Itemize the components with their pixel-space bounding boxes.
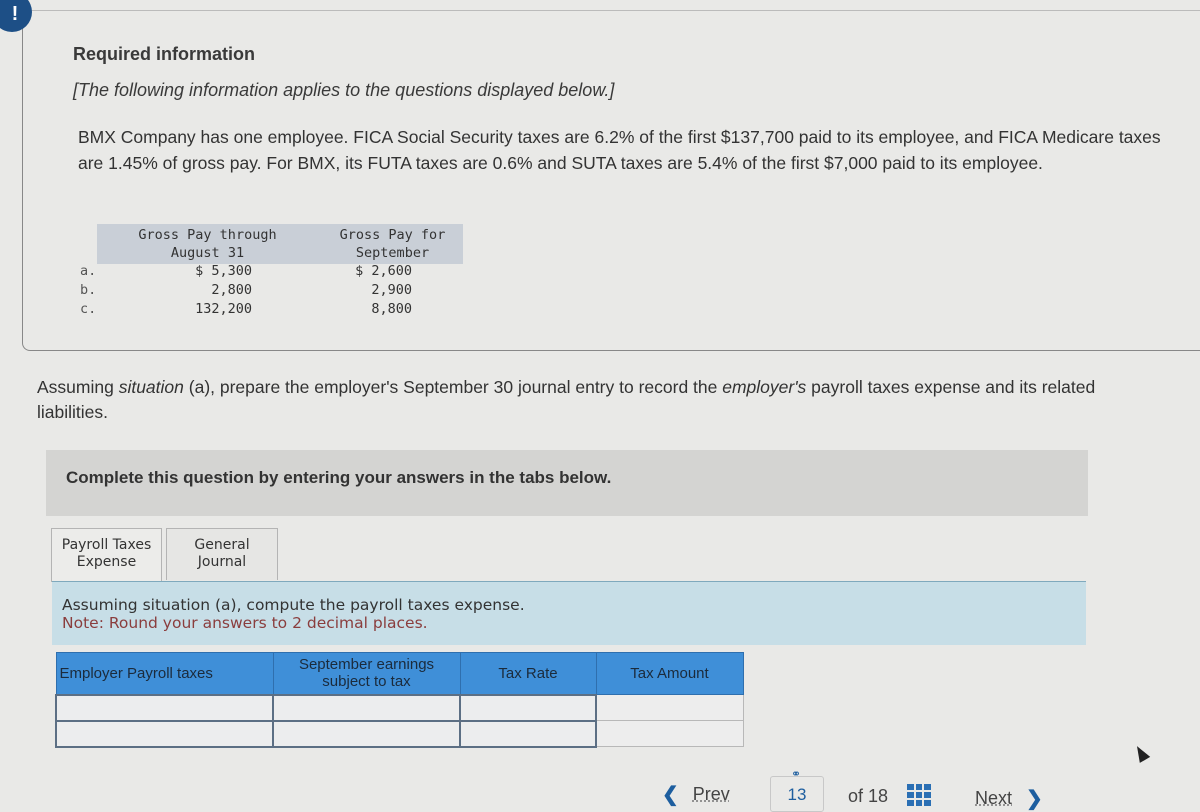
required-info-title: Required information	[73, 44, 256, 64]
gross-pay-row: c. 132,200 8,800	[80, 300, 480, 319]
gross-pay-row: a. $ 5,300 $ 2,600	[80, 262, 480, 281]
employer-tax-cell[interactable]	[55, 719, 274, 748]
chevron-left-icon: ❮	[662, 784, 679, 806]
earnings-input[interactable]	[274, 721, 459, 746]
through-aug-value: 132,200	[195, 301, 252, 317]
question-part: Assuming	[37, 377, 119, 397]
september-value: $ 2,600	[355, 263, 412, 279]
question-italic: situation	[118, 377, 184, 397]
header-employer-payroll-taxes: Employer Payroll taxes	[55, 652, 274, 695]
question-part: (a), prepare the employer's September 30…	[183, 377, 723, 397]
page-number-box[interactable]: ⚭ 13	[770, 767, 824, 812]
mouse-cursor-icon	[1131, 743, 1151, 763]
header-line: Gross Pay through	[138, 227, 277, 243]
tab-label: Expense	[76, 554, 137, 570]
tab-label: General	[194, 537, 250, 553]
current-page: 13	[787, 785, 807, 804]
gross-pay-through-aug-header: Gross Pay through August 31	[120, 226, 295, 262]
employer-tax-input[interactable]	[57, 721, 272, 746]
payroll-tax-table: Employer Payroll taxes September earning…	[55, 652, 744, 748]
september-value: 2,900	[371, 282, 412, 298]
tab-label: Payroll Taxes	[61, 537, 152, 553]
link-icon: ⚭	[791, 767, 802, 781]
gross-pay-row: b. 2,800 2,900	[80, 281, 480, 300]
tab-payroll-taxes-expense[interactable]: Payroll Taxes Expense	[51, 528, 162, 582]
row-label: b.	[80, 282, 97, 298]
through-aug-value: $ 5,300	[195, 263, 252, 279]
september-value: 8,800	[371, 301, 412, 317]
table-row	[55, 719, 744, 748]
next-label: Next	[975, 788, 1013, 808]
header-september-earnings: September earnings subject to tax	[272, 652, 461, 695]
header-tax-rate: Tax Rate	[459, 652, 597, 695]
page-total: of 18	[848, 786, 889, 806]
gross-pay-september-header: Gross Pay for September	[310, 226, 475, 262]
pagination: ❮ Prev ⚭ 13 of 18 Next ❯	[0, 767, 1200, 812]
earnings-input[interactable]	[274, 695, 459, 720]
complete-banner-text: Complete this question by entering your …	[66, 468, 612, 487]
table-row	[55, 693, 744, 722]
tax-rate-input[interactable]	[461, 695, 595, 720]
prev-button[interactable]: ❮ Prev	[662, 782, 730, 807]
complete-banner: Complete this question by entering your …	[46, 450, 1088, 516]
table-header-row: Employer Payroll taxes September earning…	[55, 652, 744, 695]
earnings-cell[interactable]	[272, 719, 461, 748]
row-label: a.	[80, 263, 97, 279]
header-line: August 31	[170, 245, 245, 261]
grid-icon[interactable]	[907, 784, 931, 806]
tab-general-journal[interactable]: General Journal	[166, 528, 278, 580]
employer-tax-cell[interactable]	[55, 693, 274, 722]
rate-cell[interactable]	[459, 693, 597, 722]
tax-amount-cell	[595, 720, 744, 747]
tax-amount-cell	[595, 694, 744, 721]
required-info-body: BMX Company has one employee. FICA Socia…	[78, 127, 1161, 173]
question-italic: employer's	[722, 377, 807, 397]
header-tax-amount: Tax Amount	[595, 652, 744, 695]
tax-rate-input[interactable]	[461, 721, 595, 746]
next-button[interactable]: Next ❯	[975, 786, 1043, 811]
question-text: Assuming situation (a), prepare the empl…	[37, 375, 1167, 425]
earnings-cell[interactable]	[272, 693, 461, 722]
header-line: Gross Pay for	[339, 227, 446, 243]
rate-cell[interactable]	[459, 719, 597, 748]
instructions-note: Note: Round your answers to 2 decimal pl…	[62, 614, 428, 632]
prev-label: Prev	[692, 784, 730, 804]
employer-tax-input[interactable]	[57, 695, 272, 720]
required-info-subtitle: [The following information applies to th…	[73, 80, 615, 100]
header-line: September	[355, 245, 430, 261]
row-label: c.	[80, 301, 97, 317]
tab-label: Journal	[197, 554, 247, 570]
chevron-right-icon: ❯	[1026, 788, 1043, 810]
instructions-panel: Assuming situation (a), compute the payr…	[52, 581, 1086, 645]
instructions-text: Assuming situation (a), compute the payr…	[62, 596, 525, 614]
through-aug-value: 2,800	[211, 282, 252, 298]
